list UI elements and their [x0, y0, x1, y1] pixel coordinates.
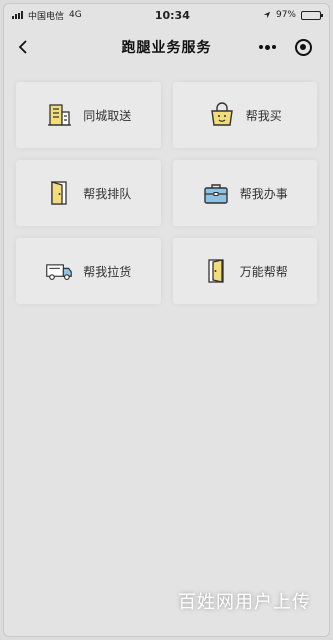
- mini-program-capsule: [249, 34, 321, 60]
- watermark: 百姓网用户上传: [178, 592, 311, 613]
- location-arrow-icon: [263, 11, 271, 19]
- service-tile-city-delivery[interactable]: 同城取送: [16, 82, 161, 148]
- service-label: 帮我买: [245, 108, 282, 123]
- signal-icon: [12, 11, 23, 19]
- service-tile-all-purpose-help[interactable]: 万能帮帮: [172, 238, 317, 304]
- back-button[interactable]: [10, 34, 36, 60]
- battery-icon: [301, 10, 323, 20]
- service-label: 同城取送: [83, 108, 132, 123]
- service-tile-queue-for-me[interactable]: 帮我排队: [16, 160, 161, 226]
- briefcase-icon: [202, 179, 230, 207]
- page-title: 跑腿业务服务: [121, 40, 212, 56]
- battery-percent: 97%: [275, 10, 296, 20]
- more-button[interactable]: [258, 44, 276, 50]
- status-bar: 中国电信 4G 10:34 97%: [4, 4, 329, 26]
- service-tile-errands[interactable]: 帮我办事: [172, 160, 317, 226]
- status-right: 97%: [263, 10, 323, 20]
- network-label: 4G: [69, 10, 82, 20]
- carrier-label: 中国电信: [28, 11, 65, 22]
- service-label: 帮我排队: [83, 186, 132, 201]
- building-icon: [45, 101, 73, 129]
- service-label: 帮我办事: [239, 186, 288, 201]
- clock: 10:34: [154, 8, 190, 22]
- service-label: 帮我拉货: [83, 264, 132, 279]
- truck-icon: [45, 257, 73, 285]
- open-door-icon: [202, 257, 230, 285]
- phone-screen: 中国电信 4G 10:34 97% 跑腿业务服务 同城取送 帮我买 帮我排队 帮…: [3, 3, 330, 637]
- service-grid: 同城取送 帮我买 帮我排队 帮我办事 帮我拉货 万能帮帮: [4, 68, 329, 304]
- chevron-left-icon: [18, 40, 27, 54]
- door-icon: [45, 179, 73, 207]
- close-target-button[interactable]: [294, 38, 312, 56]
- nav-bar: 跑腿业务服务: [4, 26, 329, 68]
- service-tile-freight[interactable]: 帮我拉货: [16, 238, 161, 304]
- status-left: 中国电信 4G: [12, 9, 82, 22]
- shopping-bag-icon: [208, 101, 236, 129]
- service-tile-buy-for-me[interactable]: 帮我买: [172, 82, 317, 148]
- service-label: 万能帮帮: [239, 264, 288, 279]
